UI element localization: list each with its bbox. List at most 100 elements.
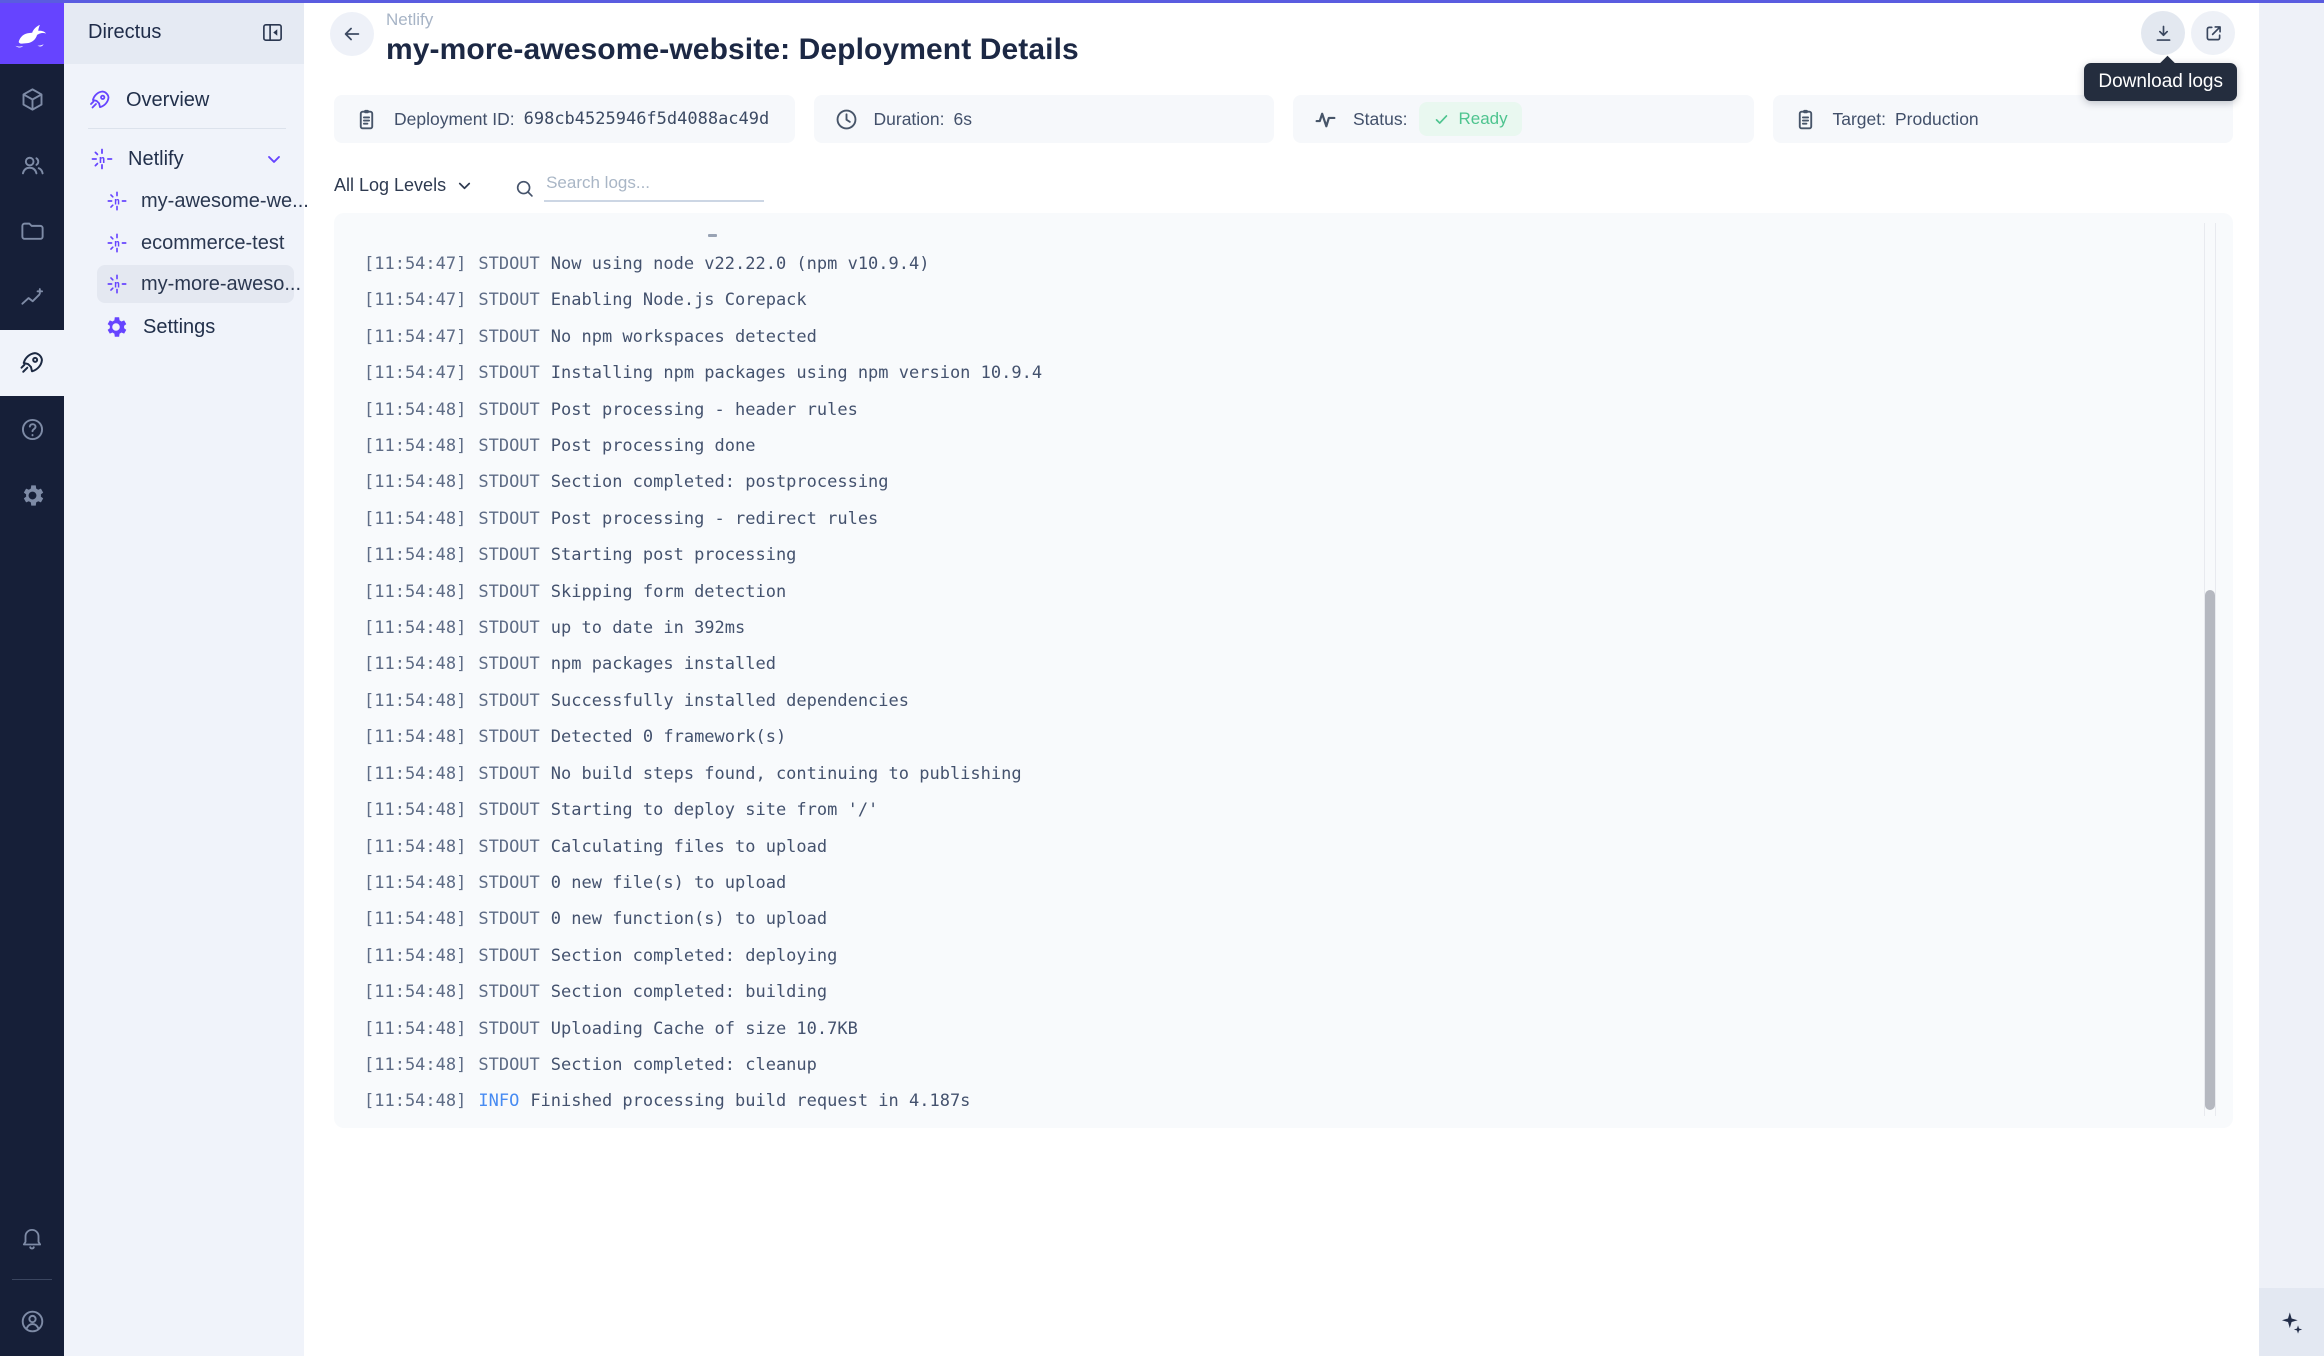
log-line: [11:54:48]STDOUTSkipping form detection [364,574,2173,610]
log-timestamp: [11:54:48] [364,509,466,529]
log-timestamp: [11:54:48] [364,400,466,420]
log-line: [11:54:48]STDOUTUploading Cache of size … [364,1011,2173,1047]
sidebar-item-ecommerce-test[interactable]: n ecommerce-test [97,224,294,262]
module-help[interactable] [0,396,64,462]
duration-card: Duration: 6s [814,95,1275,143]
status-badge-label: Ready [1458,109,1507,129]
log-message: Post processing - redirect rules [551,509,879,529]
module-content[interactable] [0,66,64,132]
activity-pulse-icon [1313,107,1338,132]
module-users[interactable] [0,132,64,198]
log-line: [11:54:48]STDOUT0 new function(s) to upl… [364,901,2173,937]
log-timestamp: [11:54:48] [364,1091,466,1111]
target-value: Production [1895,109,1979,130]
log-timestamp: [11:54:48] [364,618,466,638]
search-icon [514,178,535,202]
sparkles-icon [2278,1309,2305,1336]
module-netlify-extension[interactable] [0,330,64,396]
log-scrollbar-track[interactable] [2204,223,2216,1116]
log-level-dropdown-value: All Log Levels [334,175,446,196]
card-label: Deployment ID: [394,109,515,130]
duration-value: 6s [954,109,972,130]
log-message: Detected 0 framework(s) [551,727,786,747]
module-files[interactable] [0,198,64,264]
log-level: STDOUT [478,509,539,529]
log-timestamp: [11:54:47] [364,290,466,310]
panel-collapse-icon [261,21,284,44]
module-bar-bottom [0,1205,64,1356]
log-line: [11:54:48]STDOUTSection completed: build… [364,974,2173,1010]
svg-text:n: n [114,238,120,249]
sidebar-divider [88,128,286,129]
deployment-id-value: 698cb4525946f5d4088ac49d [524,109,770,129]
sidebar-item-my-more-awesome-website[interactable]: n my-more-aweso... [97,265,294,303]
log-timestamp: [11:54:48] [364,436,466,456]
log-timestamp: [11:54:47] [364,254,466,274]
search-input[interactable] [544,169,764,202]
user-circle-icon [19,1308,46,1335]
chevron-down-icon[interactable] [264,149,284,169]
log-message: Section completed: cleanup [551,1055,817,1075]
log-line: [11:54:48]STDOUTStarting to deploy site … [364,792,2173,828]
download-icon [2153,23,2174,44]
log-timestamp: [11:54:48] [364,909,466,929]
module-insights[interactable] [0,264,64,330]
notifications-button[interactable] [0,1205,64,1271]
log-message: Section completed: postprocessing [551,472,889,492]
log-level: STDOUT [478,727,539,747]
log-timestamp: [11:54:48] [364,800,466,820]
log-line: [11:54:48]STDOUTStarting post processing [364,537,2173,573]
clipped-log-line-fragment [708,234,717,237]
log-message: Starting to deploy site from '/' [551,800,879,820]
log-level: STDOUT [478,691,539,711]
module-bar [0,0,64,1356]
account-button[interactable] [0,1288,64,1354]
log-timestamp: [11:54:48] [364,727,466,747]
log-timestamp: [11:54:48] [364,764,466,784]
back-button[interactable] [330,12,374,56]
ai-assistant-button[interactable] [2259,1288,2324,1356]
netlify-site-icon: n [106,190,128,212]
info-cards-row: Deployment ID: 698cb4525946f5d4088ac49d … [334,95,2233,143]
log-message: Installing npm packages using npm versio… [551,363,1042,383]
log-line: [11:54:48]STDOUTCalculating files to upl… [364,829,2173,865]
main-content: Netlify my-more-awesome-website: Deploym… [304,0,2259,1356]
log-level: INFO [478,1091,519,1111]
module-settings[interactable] [0,462,64,528]
log-message: No build steps found, continuing to publ… [551,764,1022,784]
open-in-new-button[interactable] [2191,11,2235,55]
sidebar-group-netlify[interactable]: n Netlify [90,139,284,179]
rocket-icon [88,88,112,112]
directus-logo[interactable] [0,0,64,64]
bell-icon [19,1225,45,1251]
clock-icon [834,107,859,132]
sidebar-item-overview[interactable]: Overview [88,80,284,120]
sidebar-item-settings[interactable]: Settings [97,307,294,347]
log-line: [11:54:47]STDOUTEnabling Node.js Corepac… [364,282,2173,318]
log-output-panel[interactable]: [11:54:47]STDOUTNow using node v22.22.0 … [334,213,2233,1128]
card-label: Status: [1353,109,1407,130]
log-line: [11:54:48] INFO Finished processing build … [364,1083,2173,1119]
breadcrumb[interactable]: Netlify [386,10,1079,30]
log-timestamp: [11:54:47] [364,363,466,383]
log-scrollbar-thumb[interactable] [2205,590,2215,1110]
log-message: Finished processing build request in 4.1… [530,1091,970,1111]
chart-sparkle-icon [19,284,46,311]
status-badge: Ready [1419,102,1521,136]
sidebar-header: Directus [64,0,304,64]
collapse-sidebar-button[interactable] [261,21,284,44]
log-level: STDOUT [478,363,539,383]
download-logs-tooltip: Download logs [2084,63,2237,101]
log-line: [11:54:47]STDOUTNow using node v22.22.0 … [364,246,2173,282]
log-message: Enabling Node.js Corepack [551,290,807,310]
log-level: STDOUT [478,764,539,784]
download-logs-button[interactable] [2141,11,2185,55]
sidebar: Directus Overview n Netlify [64,0,304,1356]
log-line: [11:54:48] STDOUT Post processing - redire… [364,501,2173,537]
sidebar-item-label: my-more-aweso... [141,273,301,296]
sidebar-item-label: my-awesome-we... [141,190,309,213]
sidebar-item-my-awesome-website[interactable]: n my-awesome-we... [97,182,294,220]
netlify-site-icon: n [106,273,128,295]
chevron-down-icon [455,176,474,195]
log-level-dropdown[interactable]: All Log Levels [334,175,474,196]
